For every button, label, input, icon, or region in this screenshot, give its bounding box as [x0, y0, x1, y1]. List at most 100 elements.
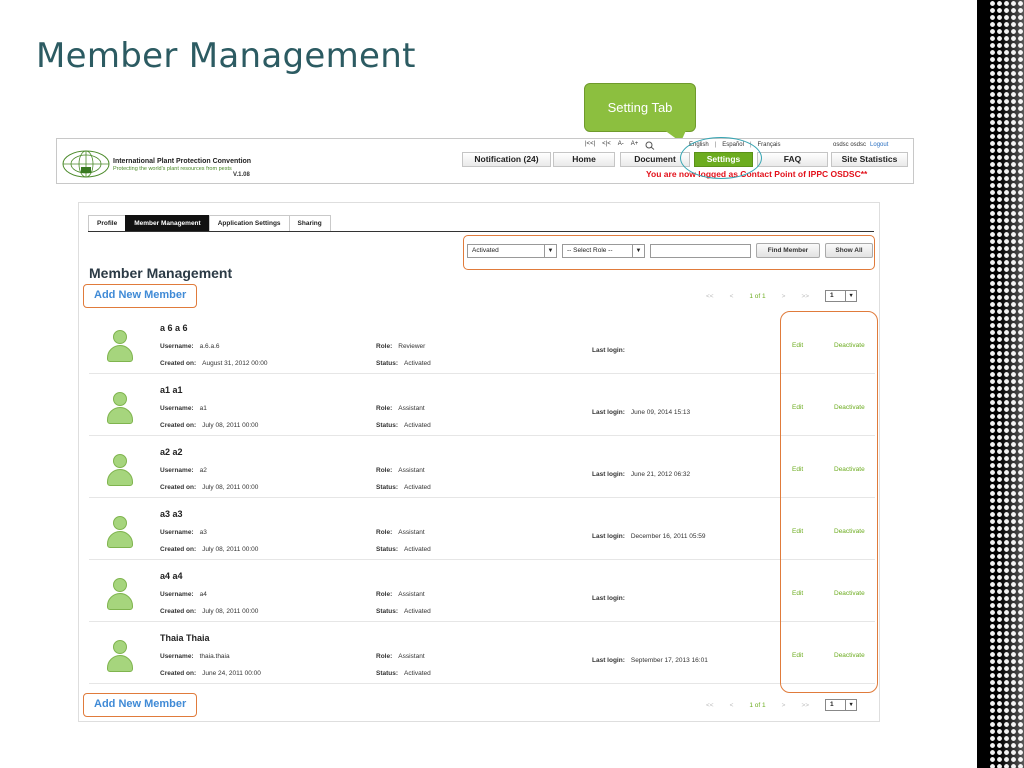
member-management-panel: Profile Member Management Application Se… — [78, 202, 880, 722]
tab-sharing[interactable]: Sharing — [288, 215, 331, 232]
user-avatar-icon — [105, 578, 135, 610]
created-label: Created on: — [160, 484, 197, 491]
role-value: Assistant — [398, 591, 425, 598]
member-row: a1 a1 Username: a1 Created on: July 08, 20… — [89, 374, 875, 436]
username-value: a3 — [199, 529, 207, 536]
first-control[interactable]: |<<| — [585, 141, 595, 152]
nav-site-statistics[interactable]: Site Statistics — [831, 152, 908, 167]
member-last-login: Last login: — [592, 595, 631, 602]
page-last[interactable]: >> — [801, 293, 809, 300]
user-avatar-icon — [105, 640, 135, 672]
created-label: Created on: — [160, 608, 197, 615]
member-status: Status: Activated — [376, 546, 431, 553]
member-name: a2 a2 — [160, 447, 183, 457]
username-value: a.6.a.6 — [199, 343, 220, 350]
member-name: Thaia Thaia — [160, 633, 210, 643]
page-prev[interactable]: < — [730, 702, 734, 709]
created-value: June 24, 2011 00:00 — [202, 670, 261, 677]
org-tagline: Protecting the world's plant resources f… — [113, 166, 232, 172]
created-value: July 08, 2011 00:00 — [202, 608, 259, 615]
lang-francais[interactable]: Français — [758, 142, 781, 148]
status-value: Activated — [404, 422, 431, 429]
nav-notification[interactable]: Notification (24) — [462, 152, 551, 167]
add-new-member-button-bottom[interactable]: Add New Member — [83, 693, 198, 717]
decorative-side-strip — [977, 0, 1024, 768]
username-value: a2 — [199, 467, 207, 474]
text-size-controls: |<<| <|< A- A+ — [585, 141, 655, 152]
username-value: a1 — [199, 405, 207, 412]
version-label: V.1.08 — [233, 172, 250, 178]
font-decrease-button[interactable]: A- — [618, 141, 624, 152]
created-value: August 31, 2012 00:00 — [202, 360, 268, 367]
status-label: Status: — [376, 360, 399, 367]
role-label: Role: — [376, 467, 393, 474]
page-prev[interactable]: < — [730, 293, 734, 300]
member-search-input[interactable] — [650, 244, 751, 258]
tab-member-management[interactable]: Member Management — [125, 215, 210, 232]
member-role: Role: Assistant — [376, 653, 425, 660]
role-label: Role: — [376, 343, 393, 350]
setting-tab-callout: Setting Tab — [584, 83, 696, 132]
user-bar: osdsc osdsc Logout — [833, 142, 888, 148]
last-login-label: Last login: — [592, 657, 625, 664]
page-select[interactable]: 1 ▼ — [825, 290, 858, 302]
site-header: International Plant Protection Conventio… — [56, 138, 914, 184]
page-next[interactable]: > — [782, 293, 786, 300]
role-value: Assistant — [398, 653, 425, 660]
created-value: July 08, 2011 00:00 — [202, 422, 259, 429]
ippc-logo-icon[interactable] — [61, 149, 111, 179]
last-login-label: Last login: — [592, 409, 625, 416]
member-created: Created on: June 24, 2011 00:00 — [160, 670, 261, 677]
page-select[interactable]: 1 ▼ — [825, 699, 858, 711]
member-username: Username: a4 — [160, 591, 207, 598]
member-role: Role: Assistant — [376, 405, 425, 412]
username-label: Username: — [160, 591, 194, 598]
member-created: Created on: August 31, 2012 00:00 — [160, 360, 268, 367]
chevron-down-icon: ▼ — [845, 700, 856, 710]
member-username: Username: a.6.a.6 — [160, 343, 220, 350]
role-select-value: -- Select Role -- — [567, 247, 613, 254]
member-status: Status: Activated — [376, 422, 431, 429]
tab-application-settings[interactable]: Application Settings — [208, 215, 290, 232]
user-avatar-icon — [105, 330, 135, 362]
pattern-shade — [999, 0, 1024, 768]
created-label: Created on: — [160, 422, 197, 429]
status-value: Activated — [404, 608, 431, 615]
last-login-value: June 09, 2014 15:13 — [630, 409, 691, 416]
page-first[interactable]: << — [706, 293, 714, 300]
find-member-button[interactable]: Find Member — [756, 243, 820, 258]
page-first[interactable]: << — [706, 702, 714, 709]
logout-link[interactable]: Logout — [870, 142, 888, 148]
status-select[interactable]: Activated ▼ — [467, 244, 557, 258]
pagination-bottom: << < 1 of 1 > >> 1 ▼ — [706, 699, 858, 711]
show-all-button[interactable]: Show All — [825, 243, 873, 258]
member-username: Username: a3 — [160, 529, 207, 536]
user-name: osdsc osdsc — [833, 142, 867, 148]
member-row: Thaia Thaia Username: thaia.thaia Created… — [89, 622, 875, 684]
last-login-value: September 17, 2013 16:01 — [630, 657, 708, 664]
page-next[interactable]: > — [782, 702, 786, 709]
nav-home[interactable]: Home — [553, 152, 615, 167]
username-label: Username: — [160, 653, 194, 660]
role-value: Reviewer — [398, 343, 426, 350]
page-current: 1 of 1 — [749, 292, 766, 300]
chevron-down-icon: ▼ — [544, 245, 556, 257]
role-select[interactable]: -- Select Role -- ▼ — [562, 244, 645, 258]
search-icon[interactable] — [645, 141, 655, 152]
username-value: a4 — [199, 591, 207, 598]
member-last-login: Last login: September 17, 2013 16:01 — [592, 657, 708, 664]
prev-control[interactable]: <|< — [602, 141, 611, 152]
last-login-label: Last login: — [592, 595, 625, 602]
member-username: Username: a1 — [160, 405, 207, 412]
member-status: Status: Activated — [376, 484, 431, 491]
actions-highlight-box — [780, 311, 878, 693]
member-name: a1 a1 — [160, 385, 183, 395]
add-new-member-button[interactable]: Add New Member — [83, 284, 198, 308]
username-value: thaia.thaia — [199, 653, 230, 660]
nav-faq[interactable]: FAQ — [757, 152, 828, 167]
page-last[interactable]: >> — [801, 702, 809, 709]
user-avatar-icon — [105, 516, 135, 548]
tab-profile[interactable]: Profile — [88, 215, 127, 232]
member-created: Created on: July 08, 2011 00:00 — [160, 546, 258, 553]
font-increase-button[interactable]: A+ — [631, 141, 639, 152]
